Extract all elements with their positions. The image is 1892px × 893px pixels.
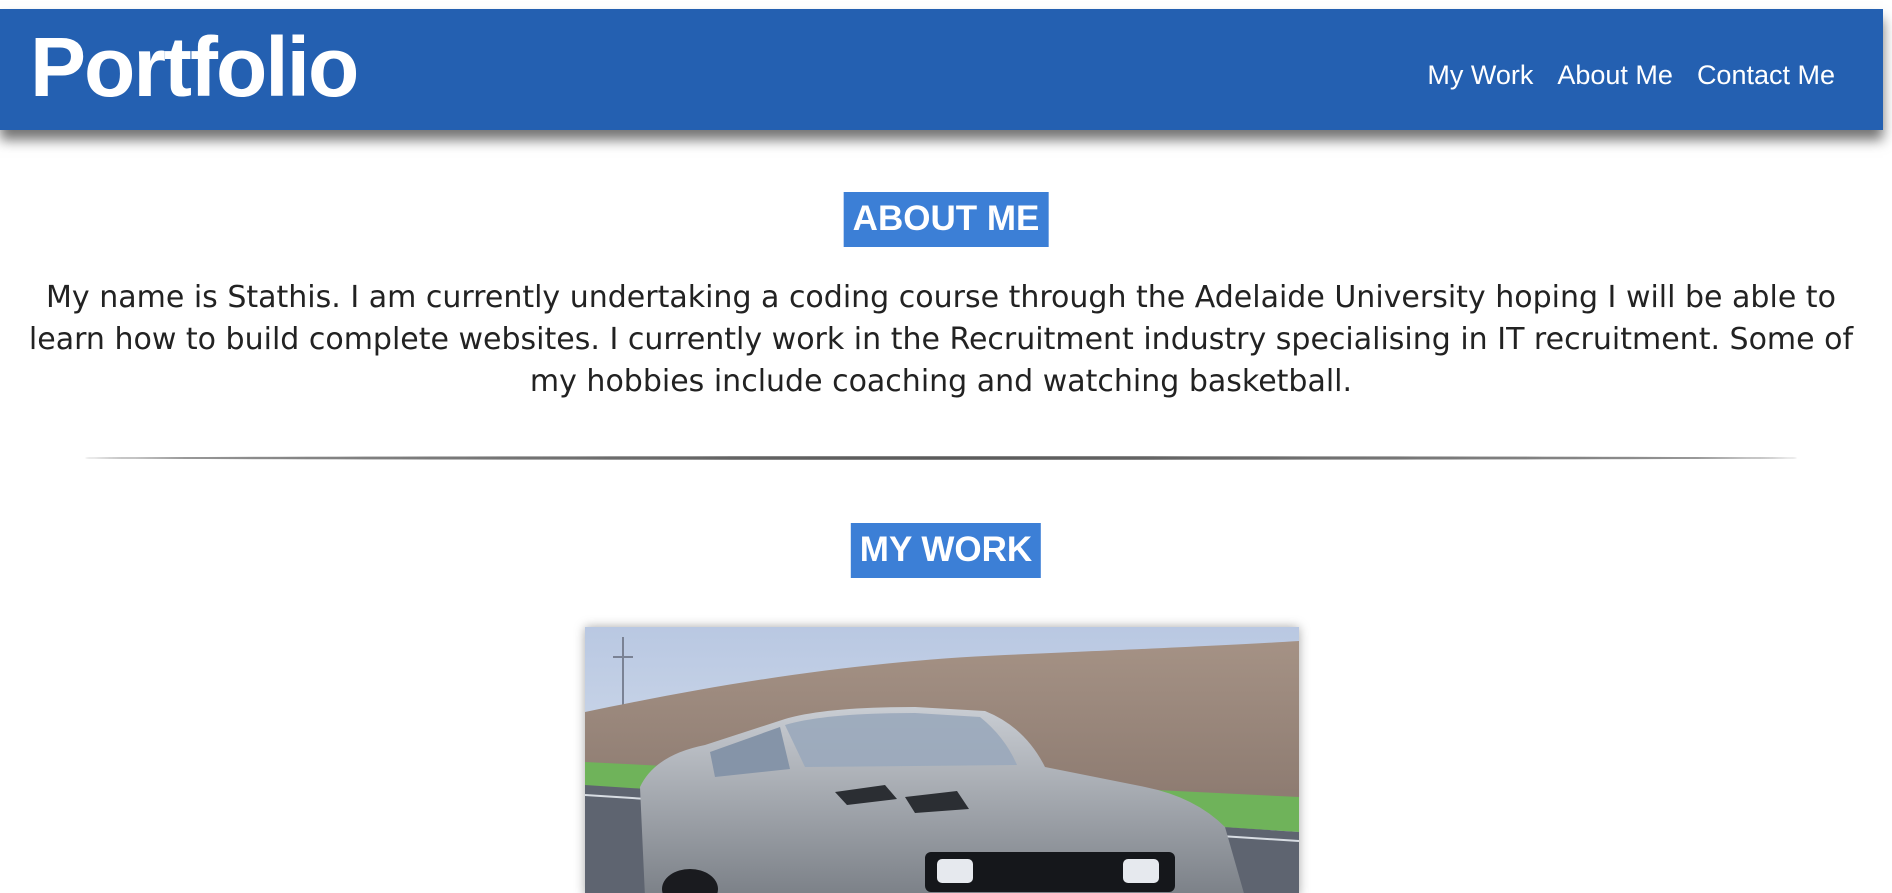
- work-section-title: MY WORK: [850, 523, 1042, 578]
- site-header: Portfolio My Work About Me Contact Me: [0, 9, 1883, 130]
- car-photo-illustration: [585, 627, 1299, 893]
- section-divider: [85, 456, 1797, 460]
- about-paragraph: My name is Stathis. I am currently under…: [28, 280, 1854, 399]
- work-project-image[interactable]: [585, 627, 1299, 893]
- nav-link-contact-me[interactable]: Contact Me: [1697, 60, 1835, 91]
- nav-link-my-work[interactable]: My Work: [1427, 60, 1533, 91]
- main-nav: My Work About Me Contact Me: [1427, 60, 1835, 91]
- page: Portfolio My Work About Me Contact Me AB…: [0, 0, 1892, 893]
- nav-link-about-me[interactable]: About Me: [1557, 60, 1673, 91]
- brand-title[interactable]: Portfolio: [30, 25, 359, 109]
- about-section-title: ABOUT ME: [843, 192, 1049, 247]
